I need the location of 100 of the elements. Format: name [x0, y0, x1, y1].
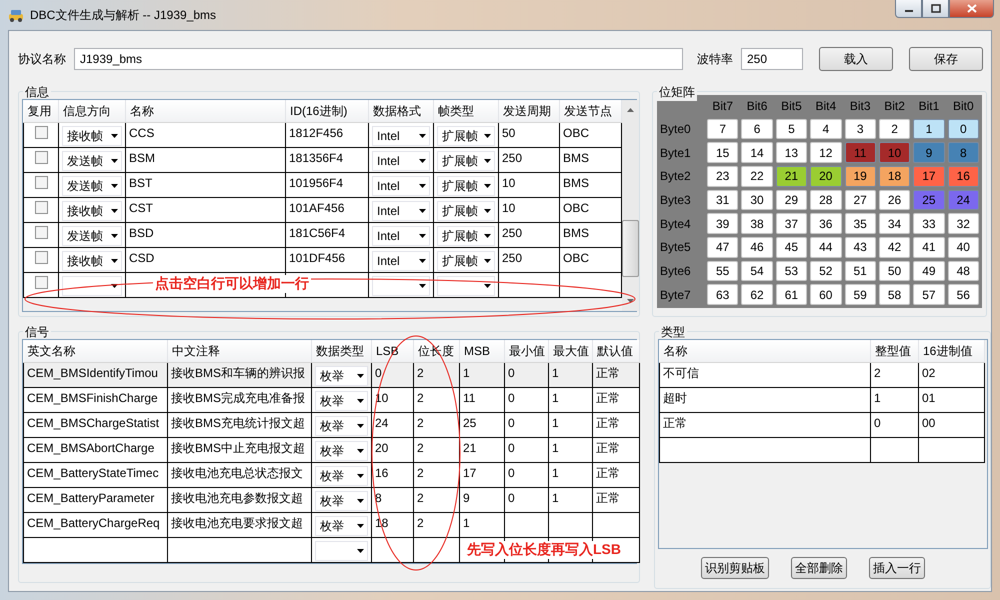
- bit-cell[interactable]: 14: [741, 142, 773, 163]
- column-header[interactable]: 最小值: [504, 340, 548, 362]
- dropdown[interactable]: [62, 276, 122, 296]
- bit-cell[interactable]: 38: [741, 213, 773, 234]
- dropdown[interactable]: [372, 276, 430, 296]
- bit-cell[interactable]: 58: [878, 284, 910, 305]
- dropdown[interactable]: 扩展帧: [437, 176, 495, 196]
- dropdown[interactable]: Intel: [372, 126, 430, 146]
- column-header[interactable]: MSB: [460, 340, 504, 362]
- bit-cell[interactable]: 24: [948, 190, 979, 210]
- checkbox[interactable]: [35, 151, 48, 164]
- maximize-button[interactable]: [922, 0, 949, 18]
- bit-cell[interactable]: 62: [741, 284, 773, 305]
- bit-cell[interactable]: 33: [913, 213, 945, 234]
- dropdown[interactable]: [437, 276, 495, 296]
- dropdown[interactable]: 接收帧: [62, 201, 122, 221]
- bit-cell[interactable]: 26: [878, 190, 910, 210]
- bit-cell[interactable]: 16: [948, 166, 979, 187]
- checkbox[interactable]: [35, 201, 48, 214]
- column-header[interactable]: 英文名称: [24, 340, 168, 362]
- push-button[interactable]: 载入: [819, 47, 893, 71]
- bit-cell[interactable]: 61: [776, 284, 808, 305]
- bit-cell[interactable]: 5: [776, 118, 808, 140]
- bit-cell[interactable]: 40: [948, 236, 979, 258]
- bit-cell[interactable]: 30: [741, 190, 773, 210]
- checkbox[interactable]: [35, 176, 48, 189]
- bit-cell[interactable]: 7: [707, 118, 738, 140]
- bit-cell[interactable]: 36: [810, 213, 842, 234]
- bit-cell[interactable]: 13: [776, 142, 808, 163]
- column-header[interactable]: 信息方向: [58, 100, 126, 122]
- bit-cell[interactable]: 51: [844, 260, 876, 282]
- bit-cell[interactable]: 29: [776, 190, 808, 210]
- close-button[interactable]: [949, 0, 994, 18]
- dropdown[interactable]: 发送帧: [62, 176, 122, 196]
- dropdown[interactable]: 枚举: [315, 491, 368, 511]
- bit-cell[interactable]: 28: [810, 190, 842, 210]
- column-header[interactable]: ID(16进制): [286, 100, 368, 122]
- column-header[interactable]: 默认值: [592, 340, 640, 362]
- column-header[interactable]: 数据类型: [312, 340, 372, 362]
- dropdown[interactable]: Intel: [372, 251, 430, 271]
- bit-cell[interactable]: 21: [776, 166, 808, 187]
- dropdown[interactable]: 枚举: [315, 391, 368, 411]
- bit-cell[interactable]: 50: [878, 260, 910, 282]
- checkbox[interactable]: [35, 226, 48, 239]
- dropdown[interactable]: 枚举: [315, 441, 368, 461]
- column-header[interactable]: 整型值: [870, 340, 918, 362]
- dropdown[interactable]: 扩展帧: [437, 151, 495, 171]
- bit-cell[interactable]: 18: [878, 166, 910, 187]
- checkbox[interactable]: [35, 276, 48, 289]
- push-button[interactable]: 识别剪贴板: [701, 557, 769, 579]
- bit-cell[interactable]: 42: [878, 236, 910, 258]
- bit-cell[interactable]: 31: [707, 190, 738, 210]
- bit-cell[interactable]: 60: [810, 284, 842, 305]
- dropdown[interactable]: 枚举: [315, 516, 368, 536]
- dropdown[interactable]: 扩展帧: [437, 251, 495, 271]
- dropdown[interactable]: 枚举: [315, 416, 368, 436]
- column-header[interactable]: 复用: [24, 100, 58, 122]
- bit-cell[interactable]: 34: [878, 213, 910, 234]
- bit-cell[interactable]: 4: [810, 118, 842, 140]
- bit-cell[interactable]: 46: [741, 236, 773, 258]
- column-header[interactable]: 名称: [126, 100, 286, 122]
- dropdown[interactable]: 发送帧: [62, 226, 122, 246]
- input-field[interactable]: J1939_bms: [74, 48, 683, 70]
- bit-cell[interactable]: 20: [810, 166, 842, 187]
- column-header[interactable]: 帧类型: [434, 100, 498, 122]
- bit-cell[interactable]: 35: [844, 213, 876, 234]
- column-header[interactable]: 发送节点: [560, 100, 622, 122]
- dropdown[interactable]: Intel: [372, 226, 430, 246]
- bit-cell[interactable]: 37: [776, 213, 808, 234]
- bit-cell[interactable]: 39: [707, 213, 738, 234]
- bit-cell[interactable]: 59: [844, 284, 876, 305]
- bit-cell[interactable]: 1: [913, 118, 945, 140]
- dropdown[interactable]: 发送帧: [62, 151, 122, 171]
- bit-cell[interactable]: 12: [810, 142, 842, 163]
- bit-cell[interactable]: 41: [913, 236, 945, 258]
- bit-cell[interactable]: 49: [913, 260, 945, 282]
- push-button[interactable]: 全部删除: [791, 557, 847, 579]
- input-field[interactable]: 250: [741, 48, 803, 70]
- bit-cell[interactable]: 22: [741, 166, 773, 187]
- bit-cell[interactable]: 44: [810, 236, 842, 258]
- bit-cell[interactable]: 0: [948, 118, 979, 140]
- checkbox[interactable]: [35, 251, 48, 264]
- bit-cell[interactable]: 57: [913, 284, 945, 305]
- bit-cell[interactable]: 15: [707, 142, 738, 163]
- bit-cell[interactable]: 27: [844, 190, 876, 210]
- column-header[interactable]: 最大值: [548, 340, 592, 362]
- column-header[interactable]: 发送周期: [498, 100, 560, 122]
- bit-cell[interactable]: 48: [948, 260, 979, 282]
- column-header[interactable]: 数据格式: [368, 100, 434, 122]
- column-header[interactable]: 16进制值: [918, 340, 984, 362]
- dropdown[interactable]: Intel: [372, 151, 430, 171]
- dropdown[interactable]: 接收帧: [62, 251, 122, 271]
- bit-cell[interactable]: 25: [913, 190, 945, 210]
- push-button[interactable]: 保存: [909, 47, 983, 71]
- bit-cell[interactable]: 6: [741, 118, 773, 140]
- dropdown[interactable]: 枚举: [315, 366, 368, 386]
- bit-cell[interactable]: 45: [776, 236, 808, 258]
- bit-cell[interactable]: 8: [948, 142, 979, 163]
- dropdown[interactable]: 扩展帧: [437, 126, 495, 146]
- bit-cell[interactable]: 17: [913, 166, 945, 187]
